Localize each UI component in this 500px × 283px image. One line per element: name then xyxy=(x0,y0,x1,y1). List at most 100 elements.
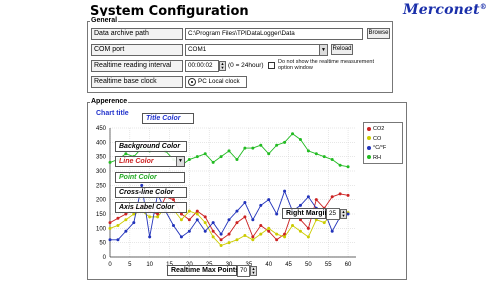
series-point-3 xyxy=(195,155,199,159)
series-point-2 xyxy=(195,218,199,222)
series-point-1 xyxy=(259,232,263,236)
series-point-3 xyxy=(314,152,318,156)
series-point-1 xyxy=(322,221,326,225)
y-tick-label: 200 xyxy=(96,198,107,204)
series-point-2 xyxy=(116,238,120,242)
series-point-1 xyxy=(124,218,128,222)
y-tick-label: 0 xyxy=(103,255,107,261)
series-point-2 xyxy=(124,229,128,233)
series-point-2 xyxy=(203,229,207,233)
y-tick-label: 150 xyxy=(96,212,107,218)
max-points-label: Realtime Max Points xyxy=(167,265,239,276)
series-point-0 xyxy=(243,215,247,219)
x-tick-label: 45 xyxy=(285,262,292,268)
y-tick-label: 400 xyxy=(96,140,107,146)
series-point-1 xyxy=(291,223,295,227)
series-point-2 xyxy=(211,221,215,225)
series-point-3 xyxy=(243,146,247,150)
max-points-spinner[interactable]: ▲ ▼ xyxy=(250,266,257,276)
series-point-2 xyxy=(346,212,350,216)
series-point-1 xyxy=(235,238,239,242)
axis-label-color-box[interactable]: Axis Label Color xyxy=(115,202,187,213)
x-tick-label: 50 xyxy=(305,262,312,268)
crossline-color-box[interactable]: Cross-line Color xyxy=(115,187,187,198)
y-tick-label: 350 xyxy=(96,155,107,161)
series-point-3 xyxy=(187,158,191,162)
series-point-2 xyxy=(330,229,334,233)
series-point-3 xyxy=(322,155,326,159)
series-point-3 xyxy=(267,152,271,156)
series-point-2 xyxy=(235,209,239,213)
series-point-2 xyxy=(259,203,263,207)
x-tick-label: 40 xyxy=(265,262,272,268)
series-point-3 xyxy=(259,143,263,147)
x-tick-label: 10 xyxy=(146,262,153,268)
series-point-2 xyxy=(267,198,271,202)
series-point-1 xyxy=(227,241,231,245)
series-point-3 xyxy=(227,149,231,153)
series-point-1 xyxy=(187,209,191,213)
series-point-0 xyxy=(211,229,215,233)
max-points-input[interactable]: 70 xyxy=(237,265,250,277)
chevron-down-icon[interactable]: ▼ xyxy=(176,157,184,166)
series-point-3 xyxy=(291,132,295,136)
series-point-3 xyxy=(275,143,279,147)
series-point-1 xyxy=(203,221,207,225)
background-color-box[interactable]: Background Color xyxy=(115,141,187,152)
series-point-3 xyxy=(330,158,334,162)
x-tick-label: 0 xyxy=(108,262,112,268)
right-margin-input[interactable]: 25 xyxy=(326,208,340,220)
series-point-1 xyxy=(211,235,215,239)
series-point-1 xyxy=(156,215,160,219)
series-point-1 xyxy=(267,226,271,230)
series-point-0 xyxy=(171,198,175,202)
series-point-0 xyxy=(330,195,334,199)
series-point-1 xyxy=(298,229,302,233)
series-point-2 xyxy=(187,229,191,233)
series-point-0 xyxy=(227,232,231,236)
series-point-2 xyxy=(306,195,310,199)
y-tick-label: 100 xyxy=(96,226,107,232)
series-point-1 xyxy=(275,232,279,236)
series-point-1 xyxy=(195,212,199,216)
series-point-3 xyxy=(124,152,128,156)
series-point-0 xyxy=(235,221,239,225)
legend-item-co: CO xyxy=(367,135,402,145)
series-point-2 xyxy=(227,218,231,222)
series-point-2 xyxy=(283,189,287,193)
series-point-2 xyxy=(298,203,302,207)
series-point-2 xyxy=(275,212,279,216)
right-margin-spinner[interactable]: ▲ ▼ xyxy=(340,209,347,219)
series-point-0 xyxy=(259,223,263,227)
series-point-0 xyxy=(338,192,342,196)
series-point-3 xyxy=(235,158,239,162)
series-point-1 xyxy=(116,223,120,227)
point-color-box[interactable]: Point Color xyxy=(115,172,185,183)
series-point-3 xyxy=(298,137,302,141)
x-tick-label: 60 xyxy=(345,262,352,268)
series-point-1 xyxy=(243,234,247,237)
y-tick-label: 250 xyxy=(96,183,107,189)
legend-item-co2: CO2 xyxy=(367,125,402,135)
series-point-2 xyxy=(132,221,136,225)
legend-item-tf: °C/°F xyxy=(367,144,402,154)
series-point-1 xyxy=(306,235,310,239)
series-point-1 xyxy=(179,218,183,222)
series-point-3 xyxy=(108,160,112,164)
series-point-1 xyxy=(108,226,112,230)
series-point-3 xyxy=(251,146,255,150)
series-point-0 xyxy=(108,221,112,225)
series-point-3 xyxy=(211,160,215,164)
series-point-0 xyxy=(203,215,207,219)
chart-legend: CO2 CO °C/°F RH xyxy=(363,122,403,164)
series-point-2 xyxy=(219,232,223,236)
line-color-box[interactable]: Line Color ▼ xyxy=(115,156,185,167)
series-point-3 xyxy=(283,140,287,144)
series-point-1 xyxy=(148,215,152,219)
series-point-2 xyxy=(251,218,255,222)
y-tick-label: 50 xyxy=(99,241,106,247)
line-color-label: Line Color xyxy=(119,158,154,165)
y-tick-label: 300 xyxy=(96,169,107,175)
series-point-2 xyxy=(148,235,152,239)
x-tick-label: 55 xyxy=(325,262,332,268)
